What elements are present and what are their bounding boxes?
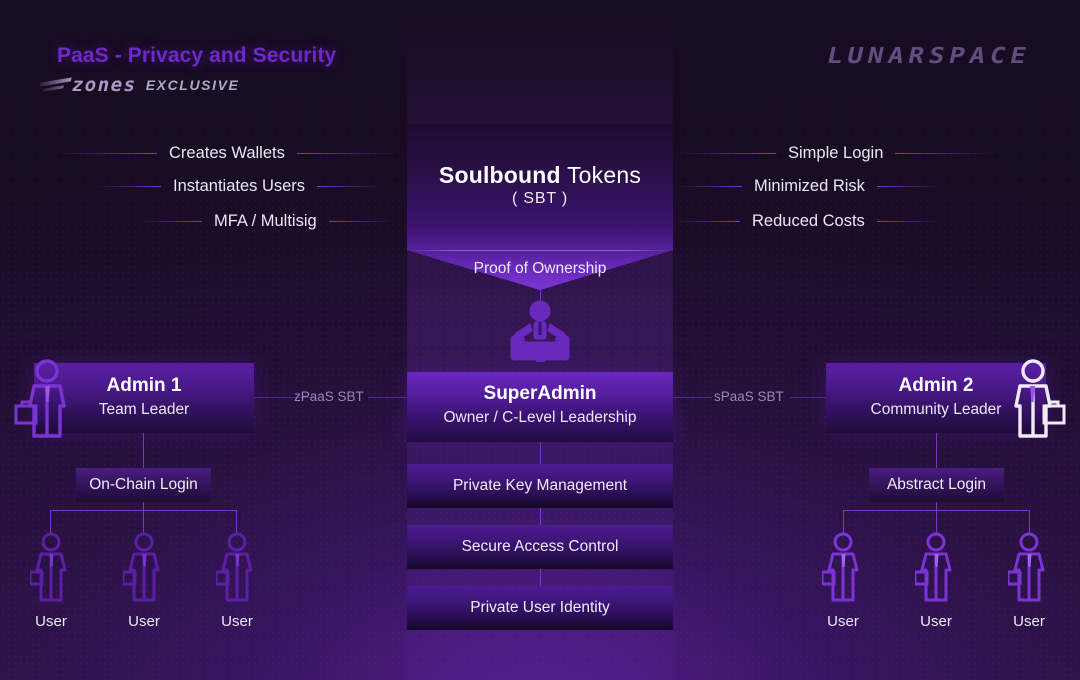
feature-rule-left bbox=[95, 186, 161, 187]
swoosh-icon bbox=[39, 79, 72, 92]
feature-rule-right bbox=[317, 186, 384, 187]
zones-logo: zones bbox=[38, 74, 139, 96]
user-icon-left-1 bbox=[123, 532, 160, 602]
proof-of-ownership-label: Proof of Ownership bbox=[473, 260, 607, 277]
connector-login-right-stem bbox=[936, 502, 937, 510]
feature-left-0: Creates Wallets bbox=[57, 144, 397, 163]
exclusive-tag: EXCLUSIVE bbox=[145, 77, 240, 93]
admin1-businessperson-icon bbox=[14, 359, 66, 438]
user-label-right-2: User bbox=[1013, 613, 1045, 630]
executive-chair-icon bbox=[510, 300, 570, 362]
center-bar-2[interactable]: Private User Identity bbox=[407, 586, 673, 630]
feature-left-1: Instantiates Users bbox=[95, 177, 384, 196]
connector-left-user0-drop bbox=[50, 510, 51, 534]
center-bar-label-0: Private Key Management bbox=[452, 477, 628, 494]
user-label-right-0: User bbox=[827, 613, 859, 630]
center-bar-label-2: Private User Identity bbox=[470, 599, 610, 616]
page-title: PaaS - Privacy and Security bbox=[57, 44, 337, 67]
user-icon-right-1 bbox=[915, 532, 952, 602]
soulbound-title-bold: Soulbound bbox=[438, 162, 561, 188]
connector-superadmin-to-bar0 bbox=[540, 442, 541, 464]
login-pill-right[interactable]: Abstract Login bbox=[869, 468, 1004, 502]
login-pill-left[interactable]: On-Chain Login bbox=[76, 468, 211, 502]
feature-rule-right bbox=[328, 221, 393, 222]
lunarspace-wordmark: LUNARSPACE bbox=[823, 44, 1033, 69]
connector-bar0-to-bar1 bbox=[540, 508, 541, 525]
feature-rule-left bbox=[676, 153, 776, 154]
user-icon-left-2 bbox=[216, 532, 253, 602]
connector-admin2-to-login bbox=[936, 433, 937, 468]
feature-rule-right bbox=[876, 186, 943, 187]
user-icon-right-0 bbox=[822, 532, 859, 602]
connector-left-user2-drop bbox=[236, 510, 237, 534]
login-left-label: On-Chain Login bbox=[89, 476, 198, 493]
feature-left-label-1: Instantiates Users bbox=[173, 177, 306, 195]
center-bar-label-1: Secure Access Control bbox=[461, 538, 619, 555]
connector-admin2-left-rule bbox=[673, 397, 712, 398]
feature-left-label-2: MFA / Multisig bbox=[214, 212, 317, 230]
soulbound-subtitle: ( SBT ) bbox=[512, 190, 568, 207]
diagram-canvas: PaaS - Privacy and Security zones EXCLUS… bbox=[0, 0, 1080, 680]
feature-right-label-0: Simple Login bbox=[788, 144, 884, 162]
feature-rule-left bbox=[676, 221, 740, 222]
zones-wordmark: zones bbox=[69, 74, 140, 96]
connector-right-user0-drop bbox=[843, 510, 844, 534]
card-superadmin[interactable]: SuperAdmin Owner / C-Level Leadership bbox=[407, 372, 673, 442]
connector-login-left-stem bbox=[143, 502, 144, 510]
user-label-right-1: User bbox=[920, 613, 952, 630]
user-icon-right-2 bbox=[1008, 532, 1045, 602]
connector-left-user1-drop bbox=[143, 510, 144, 534]
feature-right-label-1: Minimized Risk bbox=[754, 177, 865, 195]
feature-left-label-0: Creates Wallets bbox=[169, 144, 285, 162]
superadmin-subtitle: Owner / C-Level Leadership bbox=[443, 409, 637, 426]
connector-admin1-to-login bbox=[143, 433, 144, 468]
soulbound-title-rest: Tokens bbox=[560, 162, 642, 188]
brand-lockup: zones EXCLUSIVE bbox=[40, 74, 239, 96]
feature-rule-left bbox=[57, 153, 157, 154]
connector-bar1-to-bar2 bbox=[540, 569, 541, 586]
admin2-businessperson-icon bbox=[1014, 359, 1066, 438]
feature-right-1: Minimized Risk bbox=[676, 177, 943, 196]
feature-right-label-2: Reduced Costs bbox=[752, 212, 865, 230]
superadmin-title: SuperAdmin bbox=[483, 383, 597, 404]
user-icon-left-0 bbox=[30, 532, 67, 602]
feature-right-0: Simple Login bbox=[676, 144, 996, 163]
sbt-link-right-label: sPaaS SBT bbox=[714, 389, 784, 404]
feature-rule-right bbox=[296, 153, 397, 154]
connector-right-user1-drop bbox=[936, 510, 937, 534]
feature-right-2: Reduced Costs bbox=[676, 212, 941, 231]
user-label-left-0: User bbox=[35, 613, 67, 630]
feature-left-2: MFA / Multisig bbox=[138, 212, 393, 231]
connector-right-user2-drop bbox=[1029, 510, 1030, 534]
center-bar-1[interactable]: Secure Access Control bbox=[407, 525, 673, 569]
funnel-divider bbox=[407, 250, 673, 251]
connector-admin1-right-rule bbox=[368, 397, 407, 398]
feature-rule-right bbox=[895, 153, 996, 154]
soulbound-title: Soulbound Tokens bbox=[407, 162, 673, 189]
feature-rule-right bbox=[876, 221, 941, 222]
sbt-link-left-label: zPaaS SBT bbox=[294, 389, 364, 404]
feature-rule-left bbox=[138, 221, 202, 222]
center-bar-0[interactable]: Private Key Management bbox=[407, 464, 673, 508]
user-label-left-2: User bbox=[221, 613, 253, 630]
connector-admin2-right-rule bbox=[790, 397, 826, 398]
user-label-left-1: User bbox=[128, 613, 160, 630]
login-right-label: Abstract Login bbox=[886, 476, 987, 493]
feature-rule-left bbox=[676, 186, 742, 187]
